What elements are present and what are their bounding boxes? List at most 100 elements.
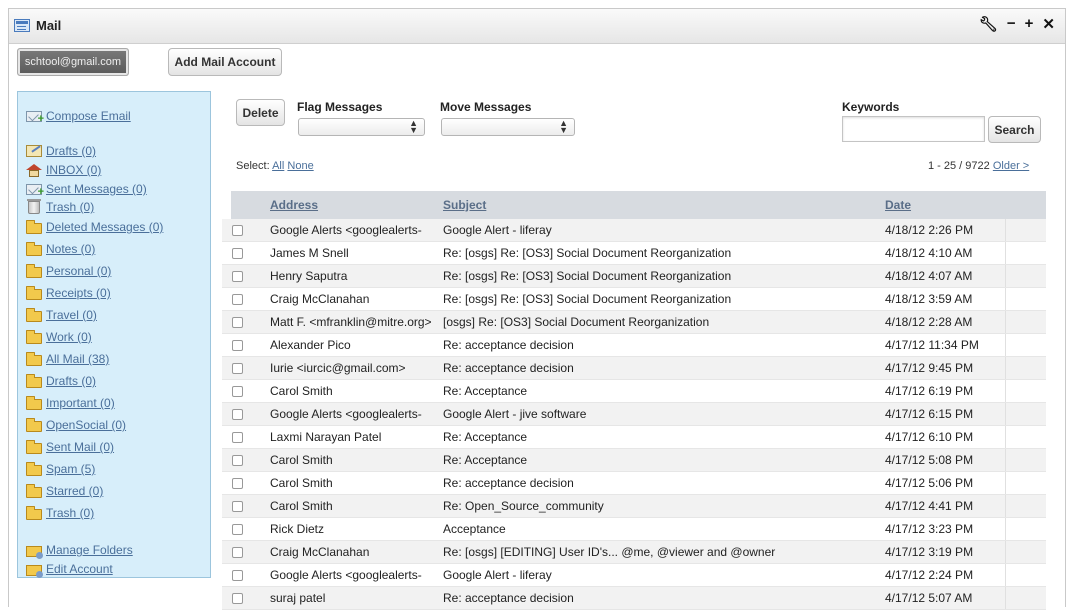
table-row[interactable]: Laxmi Narayan Patel Re: Acceptance 4/17/12… xyxy=(222,426,1046,449)
sidebar-item-sent-mail[interactable]: Sent Mail (0) xyxy=(26,439,114,455)
row-subject[interactable]: Google Alert - liferay xyxy=(443,223,873,237)
sidebar-item-label[interactable]: Work (0) xyxy=(46,330,92,344)
flag-messages-select[interactable]: ▲ ▼ xyxy=(298,118,425,136)
delete-button[interactable]: Delete xyxy=(236,99,285,126)
sidebar-item-label[interactable]: Sent Mail (0) xyxy=(46,440,114,454)
close-icon[interactable]: ✕ xyxy=(1042,15,1055,33)
sidebar-item-notes[interactable]: Notes (0) xyxy=(26,241,95,257)
sidebar-item-label[interactable]: Spam (5) xyxy=(46,462,95,476)
row-checkbox[interactable] xyxy=(232,363,243,374)
row-subject[interactable]: [osgs] Re: [OS3] Social Document Reorgan… xyxy=(443,315,873,329)
sidebar-item-label[interactable]: INBOX (0) xyxy=(46,163,101,177)
row-subject[interactable]: Re: [osgs] Re: [OS3] Social Document Reo… xyxy=(443,269,873,283)
row-checkbox[interactable] xyxy=(232,386,243,397)
table-row[interactable]: Matt F. <mfranklin@mitre.org> [osgs] Re: … xyxy=(222,311,1046,334)
row-checkbox[interactable] xyxy=(232,317,243,328)
edit-account-label[interactable]: Edit Account xyxy=(46,562,113,576)
sidebar-item-drafts-gmail[interactable]: Drafts (0) xyxy=(26,373,96,389)
table-row[interactable]: Google Alerts <googlealerts- Google Alert… xyxy=(222,564,1046,587)
row-checkbox[interactable] xyxy=(232,294,243,305)
sidebar-item-label[interactable]: Personal (0) xyxy=(46,264,111,278)
row-checkbox[interactable] xyxy=(232,225,243,236)
sidebar-item-label[interactable]: Starred (0) xyxy=(46,484,103,498)
table-row[interactable]: James M Snell Re: [osgs] Re: [OS3] Social… xyxy=(222,242,1046,265)
row-subject[interactable]: Re: acceptance decision xyxy=(443,591,873,605)
compose-email-link[interactable]: Compose Email xyxy=(26,108,131,125)
table-row[interactable]: Craig McClanahan Re: [osgs] Re: [OS3] Soc… xyxy=(222,288,1046,311)
table-row[interactable]: Rick Dietz Acceptance 4/17/12 3:23 PM xyxy=(222,518,1046,541)
sidebar-item-label[interactable]: Deleted Messages (0) xyxy=(46,220,163,234)
row-subject[interactable]: Re: Acceptance xyxy=(443,453,873,467)
column-address[interactable]: Address xyxy=(270,198,318,212)
row-checkbox[interactable] xyxy=(232,271,243,282)
sidebar-item-label[interactable]: Notes (0) xyxy=(46,242,95,256)
sidebar-item-label[interactable]: Trash (0) xyxy=(46,506,94,520)
account-tab[interactable]: schtool@gmail.com xyxy=(17,48,129,76)
row-checkbox[interactable] xyxy=(232,570,243,581)
sidebar-item-label[interactable]: All Mail (38) xyxy=(46,352,109,366)
table-row[interactable]: Alexander Pico Re: acceptance decision 4/1… xyxy=(222,334,1046,357)
row-subject[interactable]: Re: Acceptance xyxy=(443,430,873,444)
sidebar-item-all-mail[interactable]: All Mail (38) xyxy=(26,351,109,367)
row-subject[interactable]: Re: [osgs] [EDITING] User ID's... @me, @… xyxy=(443,545,873,559)
older-link[interactable]: Older > xyxy=(993,160,1029,172)
sidebar-item-receipts[interactable]: Receipts (0) xyxy=(26,285,111,301)
sidebar-item-label[interactable]: Receipts (0) xyxy=(46,286,111,300)
row-subject[interactable]: Re: acceptance decision xyxy=(443,338,873,352)
sidebar-item-label[interactable]: OpenSocial (0) xyxy=(46,418,126,432)
row-checkbox[interactable] xyxy=(232,432,243,443)
sidebar-item-label[interactable]: Trash (0) xyxy=(46,200,94,214)
maximize-icon[interactable]: + xyxy=(1025,15,1034,33)
row-checkbox[interactable] xyxy=(232,593,243,604)
sidebar-item-deleted-messages[interactable]: Deleted Messages (0) xyxy=(26,219,163,235)
select-none-link[interactable]: None xyxy=(287,160,313,172)
sidebar-item-spam[interactable]: Spam (5) xyxy=(26,461,95,477)
row-checkbox[interactable] xyxy=(232,478,243,489)
row-checkbox[interactable] xyxy=(232,455,243,466)
table-row[interactable]: Carol Smith Re: acceptance decision 4/17/1… xyxy=(222,472,1046,495)
sidebar-item-personal[interactable]: Personal (0) xyxy=(26,263,111,279)
sidebar-item-label[interactable]: Travel (0) xyxy=(46,308,97,322)
sidebar-item-work[interactable]: Work (0) xyxy=(26,329,92,345)
sidebar-item-travel[interactable]: Travel (0) xyxy=(26,307,97,323)
row-checkbox[interactable] xyxy=(232,340,243,351)
sidebar-item-label[interactable]: Drafts (0) xyxy=(46,144,96,158)
search-button[interactable]: Search xyxy=(988,116,1041,143)
row-checkbox[interactable] xyxy=(232,547,243,558)
add-mail-account-button[interactable]: Add Mail Account xyxy=(168,48,282,76)
row-checkbox[interactable] xyxy=(232,248,243,259)
column-subject[interactable]: Subject xyxy=(443,198,486,212)
table-row[interactable]: Carol Smith Re: Acceptance 4/17/12 5:08 PM xyxy=(222,449,1046,472)
keywords-input[interactable] xyxy=(842,116,985,142)
sidebar-item-starred[interactable]: Starred (0) xyxy=(26,483,103,499)
row-subject[interactable]: Re: Open_Source_community xyxy=(443,499,873,513)
table-row[interactable]: Iurie <iurcic@gmail.com> Re: acceptance d… xyxy=(222,357,1046,380)
sidebar-item-opensocial[interactable]: OpenSocial (0) xyxy=(26,417,126,433)
minimize-icon[interactable]: − xyxy=(1007,15,1016,33)
sidebar-item-label[interactable]: Sent Messages (0) xyxy=(46,182,147,196)
sidebar-item-trash-system[interactable]: Trash (0) xyxy=(26,198,94,215)
row-checkbox[interactable] xyxy=(232,524,243,535)
move-messages-select[interactable]: ▲ ▼ xyxy=(441,118,575,136)
row-subject[interactable]: Google Alert - liferay xyxy=(443,568,873,582)
table-row[interactable]: Google Alerts <googlealerts- Google Alert… xyxy=(222,403,1046,426)
table-row[interactable]: suraj patel Re: acceptance decision 4/17/1… xyxy=(222,587,1046,610)
table-row[interactable]: Craig McClanahan Re: [osgs] [EDITING] Use… xyxy=(222,541,1046,564)
sidebar-item-drafts[interactable]: Drafts (0) xyxy=(26,143,96,159)
table-row[interactable]: Henry Saputra Re: [osgs] Re: [OS3] Social… xyxy=(222,265,1046,288)
column-date[interactable]: Date xyxy=(885,198,911,212)
row-subject[interactable]: Re: Acceptance xyxy=(443,384,873,398)
table-row[interactable]: Carol Smith Re: Acceptance 4/17/12 6:19 PM xyxy=(222,380,1046,403)
manage-folders-link[interactable]: Manage Folders xyxy=(26,542,133,559)
row-subject[interactable]: Google Alert - jive software xyxy=(443,407,873,421)
sidebar-item-inbox[interactable]: INBOX (0) xyxy=(26,162,101,178)
manage-folders-label[interactable]: Manage Folders xyxy=(46,543,133,557)
row-subject[interactable]: Re: acceptance decision xyxy=(443,361,873,375)
table-row[interactable]: Google Alerts <googlealerts- Google Alert… xyxy=(222,219,1046,242)
edit-account-link[interactable]: Edit Account xyxy=(26,561,113,578)
wrench-icon[interactable]: 🔧︎ xyxy=(979,15,998,33)
sidebar-item-sent-messages[interactable]: Sent Messages (0) xyxy=(26,181,147,198)
compose-email-label[interactable]: Compose Email xyxy=(46,109,131,123)
row-checkbox[interactable] xyxy=(232,409,243,420)
sidebar-item-label[interactable]: Drafts (0) xyxy=(46,374,96,388)
